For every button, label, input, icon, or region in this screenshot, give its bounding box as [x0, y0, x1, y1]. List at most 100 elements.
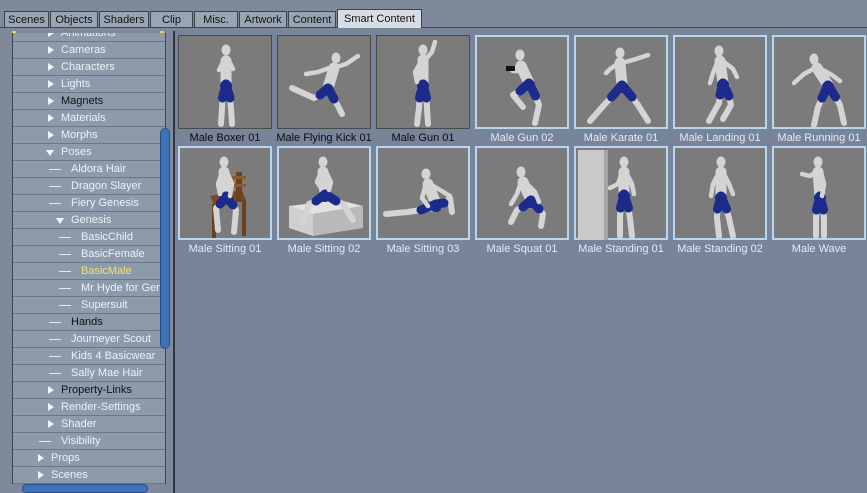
tree-connector [59, 237, 71, 238]
pose-thumbnail[interactable] [178, 35, 272, 129]
expand-arrow-icon[interactable] [48, 386, 54, 394]
tree-item-morphs[interactable]: Morphs [13, 127, 165, 144]
tree-connector [49, 339, 61, 340]
content-item-male-boxer-01[interactable]: Male Boxer 01 [178, 35, 272, 147]
tree-item-journeyer-scout[interactable]: Journeyer Scout [13, 331, 165, 348]
tree-item-label: BasicFemale [81, 248, 145, 260]
tree-item-label: Shader [61, 418, 97, 430]
content-item-male-standing-01[interactable]: Male Standing 01 [574, 146, 668, 258]
pose-thumbnail[interactable] [673, 146, 767, 240]
expand-arrow-icon[interactable] [48, 97, 54, 105]
tree-item-basicmale[interactable]: BasicMale [13, 263, 165, 280]
expand-arrow-icon[interactable] [48, 420, 54, 428]
tree-item-cameras[interactable]: Cameras [13, 42, 165, 59]
content-item-label: Male Sitting 03 [386, 243, 460, 255]
tree-item-genesis[interactable]: Genesis [13, 212, 165, 229]
tree-item-fiery-genesis[interactable]: Fiery Genesis [13, 195, 165, 212]
pose-thumbnail[interactable] [673, 35, 767, 129]
tree-item-characters[interactable]: Characters [13, 59, 165, 76]
tree-item-render-settings[interactable]: Render-Settings [13, 399, 165, 416]
tree-item-basicfemale[interactable]: BasicFemale [13, 246, 165, 263]
pose-thumbnail[interactable] [475, 146, 569, 240]
pose-preview-figure [216, 44, 236, 127]
pose-preview-figure [383, 168, 455, 217]
tree-item-basicchild[interactable]: BasicChild [13, 229, 165, 246]
collapse-arrow-icon[interactable] [56, 218, 64, 224]
tree-item-poses[interactable]: Poses [13, 144, 165, 161]
content-item-male-squat-01[interactable]: Male Squat 01 [475, 146, 569, 258]
tree-connector [49, 322, 61, 323]
tree-item-sally-mae-hair[interactable]: Sally Mae Hair [13, 365, 165, 382]
expand-arrow-icon[interactable] [48, 63, 54, 71]
content-tree: Animations Cameras Characters Lights Magnets… [12, 33, 166, 484]
content-item-male-running-01[interactable]: Male Running 01 [772, 35, 866, 147]
tree-item-materials[interactable]: Materials [13, 110, 165, 127]
tree-vertical-scrollbar[interactable] [160, 128, 170, 349]
content-item-male-sitting-02[interactable]: Male Sitting 02 [277, 146, 371, 258]
tree-item-shader[interactable]: Shader [13, 416, 165, 433]
expand-arrow-icon[interactable] [48, 33, 54, 37]
expand-arrow-icon[interactable] [38, 454, 44, 462]
pose-thumbnail[interactable] [475, 35, 569, 129]
collapse-arrow-icon[interactable] [46, 150, 54, 156]
tab-scenes[interactable]: Scenes [4, 11, 49, 27]
tree-connector [59, 254, 71, 255]
pose-thumbnail[interactable] [178, 146, 272, 240]
tab-shaders[interactable]: Shaders [99, 11, 149, 27]
content-item-male-gun-01[interactable]: Male Gun 01 [376, 35, 470, 147]
pose-thumbnail[interactable] [574, 146, 668, 240]
tab-clip[interactable]: Clip [150, 11, 193, 27]
content-item-male-gun-02[interactable]: Male Gun 02 [475, 35, 569, 147]
tree-item-label: Genesis [71, 214, 112, 226]
tree-item-label: Characters [61, 61, 115, 73]
tab-objects[interactable]: Objects [50, 11, 98, 27]
pose-preview-figure [506, 49, 542, 126]
pose-thumbnail[interactable] [574, 35, 668, 129]
tab-content[interactable]: Content [288, 11, 336, 27]
pose-preview-figure [289, 156, 363, 236]
tree-item-scenes[interactable]: Scenes [13, 467, 165, 484]
pose-thumbnail[interactable] [277, 35, 371, 129]
tree-item-supersuit[interactable]: Supersuit [13, 297, 165, 314]
content-item-male-standing-02[interactable]: Male Standing 02 [673, 146, 767, 258]
tree-item-kids-4-basicwear[interactable]: Kids 4 Basicwear [13, 348, 165, 365]
pose-preview-figure [708, 156, 736, 239]
pose-preview-figure [578, 150, 637, 240]
content-item-label: Male Wave [791, 243, 847, 255]
pose-thumbnail[interactable] [277, 146, 371, 240]
tree-item-props[interactable]: Props [13, 450, 165, 467]
tree-item-mr-hyde-for-genesis[interactable]: Mr Hyde for Genesis [13, 280, 165, 297]
content-item-male-wave[interactable]: Male Wave [772, 146, 866, 258]
tree-item-aldora-hair[interactable]: Aldora Hair [13, 161, 165, 178]
expand-arrow-icon[interactable] [38, 471, 44, 479]
tree-item-hands[interactable]: Hands [13, 314, 165, 331]
expand-arrow-icon[interactable] [48, 46, 54, 54]
expand-arrow-icon[interactable] [48, 114, 54, 122]
pose-preview-figure [289, 52, 361, 117]
expand-arrow-icon[interactable] [48, 131, 54, 139]
tree-item-dragon-slayer[interactable]: Dragon Slayer [13, 178, 165, 195]
tree-item-animations[interactable]: Animations [13, 33, 165, 42]
tree-item-label: Visibility [61, 435, 101, 447]
pose-thumbnail[interactable] [376, 35, 470, 129]
tab-artwork[interactable]: Artwork [239, 11, 287, 27]
expand-arrow-icon[interactable] [48, 403, 54, 411]
tab-misc[interactable]: Misc. [194, 11, 238, 27]
tree-item-property-links[interactable]: Property-Links [13, 382, 165, 399]
content-item-male-landing-01[interactable]: Male Landing 01 [673, 35, 767, 147]
pose-thumbnail[interactable] [772, 35, 866, 129]
pose-thumbnail[interactable] [772, 146, 866, 240]
tree-item-magnets[interactable]: Magnets [13, 93, 165, 110]
tree-item-lights[interactable]: Lights [13, 76, 165, 93]
tab-smart-content[interactable]: Smart Content [337, 9, 422, 28]
content-item-male-flying-kick-01[interactable]: Male Flying Kick 01 [276, 35, 372, 147]
content-item-male-sitting-03[interactable]: Male Sitting 03 [376, 146, 470, 258]
content-item-male-karate-01[interactable]: Male Karate 01 [574, 35, 668, 147]
content-item-male-sitting-01[interactable]: Male Sitting 01 [178, 146, 272, 258]
pose-preview-figure [799, 156, 828, 239]
tree-horizontal-scrollbar[interactable] [22, 484, 148, 493]
tree-item-visibility[interactable]: Visibility [13, 433, 165, 450]
tree-connector [49, 356, 61, 357]
pose-thumbnail[interactable] [376, 146, 470, 240]
expand-arrow-icon[interactable] [48, 80, 54, 88]
